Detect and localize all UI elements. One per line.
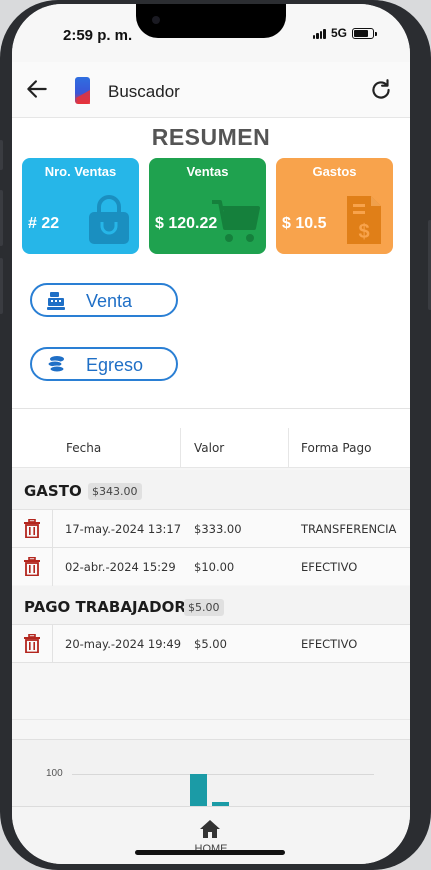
- network-label: 5G: [330, 26, 347, 40]
- status-bar: 2:59 p. m. 5G: [12, 4, 410, 62]
- divider: [12, 408, 410, 409]
- column-header-valor[interactable]: Valor: [194, 441, 224, 455]
- divider: [12, 719, 410, 720]
- camera-dot: [152, 16, 160, 24]
- signal-icon: [312, 28, 326, 39]
- table-bottom-border: [12, 662, 410, 663]
- refresh-icon[interactable]: [368, 77, 394, 103]
- cell-forma-pago: EFECTIVO: [301, 637, 358, 651]
- egreso-label: Egreso: [86, 355, 144, 375]
- card-ventas: Ventas $ 120.22: [149, 158, 266, 254]
- app-title: Buscador: [108, 82, 180, 101]
- phone-screen: 2:59 p. m. 5G Buscador RESUMEN Nro. Vent…: [12, 4, 410, 864]
- column-divider: [288, 428, 289, 468]
- cell-fecha: 02-abr.-2024 15:29: [65, 560, 176, 574]
- egreso-button[interactable]: Egreso: [30, 347, 178, 381]
- status-indicators: 5G: [312, 26, 377, 40]
- table-row[interactable]: 02-abr.-2024 15:29 $10.00 EFECTIVO: [12, 547, 410, 586]
- coins-icon: [47, 356, 65, 373]
- chart-y-tick: 100: [46, 768, 63, 779]
- cell-valor: $5.00: [194, 637, 227, 651]
- card-nro-ventas: Nro. Ventas # 22: [22, 158, 139, 254]
- cell-forma-pago: EFECTIVO: [301, 560, 358, 574]
- app-bar: Buscador: [12, 62, 410, 118]
- column-divider: [180, 428, 181, 468]
- cash-register-icon: [47, 292, 65, 310]
- card-value: # 22: [28, 215, 60, 232]
- home-indicator: [135, 850, 285, 855]
- chart-area: 100: [12, 739, 410, 810]
- table-row[interactable]: 17-may.-2024 13:17 $333.00 TRANSFERENCIA: [12, 509, 410, 548]
- cell-forma-pago: TRANSFERENCIA: [301, 522, 397, 536]
- venta-button[interactable]: Venta: [30, 283, 178, 317]
- status-time: 2:59 p. m.: [63, 27, 133, 44]
- chart-bar: [190, 774, 207, 810]
- svg-text:$: $: [358, 221, 369, 243]
- table-header: Fecha Valor Forma Pago: [12, 428, 410, 468]
- card-label: Gastos: [312, 164, 357, 179]
- chart-gridline: [72, 774, 374, 775]
- row-divider: [52, 510, 53, 548]
- phone-frame: 2:59 p. m. 5G Buscador RESUMEN Nro. Vent…: [0, 0, 431, 870]
- home-icon[interactable]: [199, 819, 221, 839]
- venta-label: Venta: [86, 291, 133, 311]
- card-value: $ 10.5: [282, 215, 327, 232]
- card-label: Nro. Ventas: [44, 164, 117, 179]
- group-total-badge: $343.00: [88, 483, 142, 500]
- summary-title: RESUMEN: [151, 124, 271, 150]
- card-value: $ 120.22: [155, 215, 218, 232]
- volume-down-button: [0, 258, 3, 314]
- shopping-cart-icon: [212, 200, 260, 242]
- back-arrow-icon[interactable]: [24, 76, 50, 102]
- cell-fecha: 20-may.-2024 19:49: [65, 637, 182, 651]
- volume-up-button: [0, 190, 3, 246]
- column-header-fecha[interactable]: Fecha: [66, 441, 101, 455]
- invoice-dollar-icon: $: [347, 196, 381, 244]
- row-divider: [52, 548, 53, 586]
- card-gastos: Gastos $ $ 10.5: [276, 158, 393, 254]
- group-header-gasto[interactable]: GASTO $343.00: [12, 470, 410, 510]
- cell-fecha: 17-may.-2024 13:17: [65, 522, 182, 536]
- group-name: GASTO: [24, 482, 82, 500]
- row-divider: [52, 625, 53, 663]
- table-row[interactable]: 20-may.-2024 19:49 $5.00 EFECTIVO: [12, 624, 410, 663]
- card-label: Ventas: [186, 164, 229, 179]
- shopping-bag-icon: [89, 195, 129, 244]
- group-total-badge: $5.00: [184, 599, 224, 616]
- trash-icon[interactable]: [24, 557, 40, 576]
- cell-valor: $10.00: [194, 560, 235, 574]
- bottom-nav: HOME: [12, 806, 410, 864]
- column-header-forma-pago[interactable]: Forma Pago: [301, 441, 371, 455]
- battery-icon: [352, 27, 377, 39]
- trash-icon[interactable]: [24, 519, 40, 538]
- group-header-pago-trabajador[interactable]: PAGO TRABAJADOR $5.00: [12, 586, 410, 626]
- trash-icon[interactable]: [24, 634, 40, 653]
- mute-switch: [0, 140, 3, 170]
- app-logo-icon: [75, 77, 90, 104]
- group-name: PAGO TRABAJADOR: [24, 598, 186, 616]
- cell-valor: $333.00: [194, 522, 242, 536]
